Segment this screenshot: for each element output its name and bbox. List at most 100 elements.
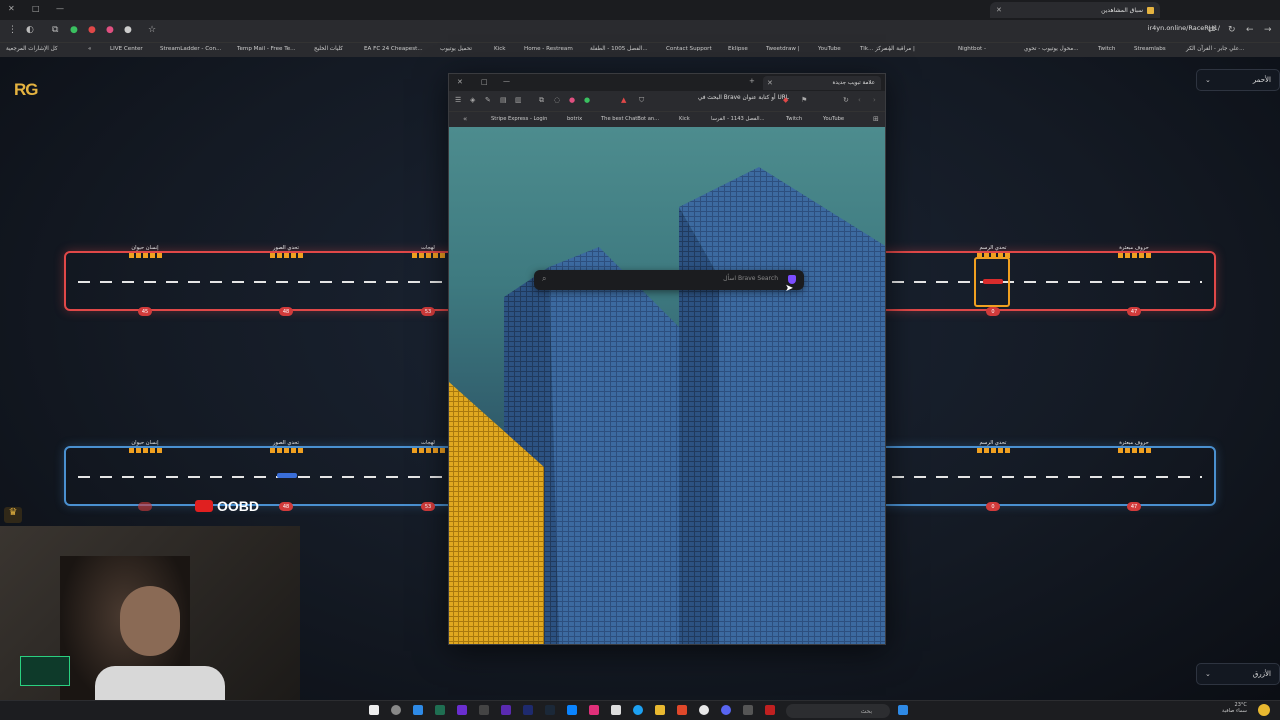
popup-bookmark-icon[interactable]: ⚑ — [801, 96, 807, 104]
taskbar-edge-icon[interactable] — [633, 705, 643, 715]
popup-forward-icon[interactable]: ‹ — [858, 96, 861, 104]
extension-pink-icon[interactable]: ● — [106, 25, 114, 35]
taskbar-app-icon[interactable] — [765, 705, 775, 715]
taskbar-app-icon[interactable] — [435, 705, 445, 715]
taskbar-premiere-icon[interactable] — [523, 705, 533, 715]
bookmark-item[interactable]: علي جابر - القرآن الكر... — [1186, 46, 1244, 52]
checkpoint-label: تحدي الصور — [273, 440, 299, 446]
team-select-blue[interactable]: ⌄ الأزرق — [1196, 663, 1280, 685]
youtube-icon — [195, 500, 213, 512]
window-minimize-icon[interactable]: — — [56, 4, 64, 13]
bookmark-item[interactable]: محول يوتيوب - تحوي... — [1024, 46, 1079, 52]
popup-grid-icon[interactable]: ⊞ — [873, 115, 879, 123]
bookmark-item[interactable]: StreamLadder - Con... — [160, 46, 221, 52]
back-icon[interactable]: → — [1264, 25, 1272, 35]
bookmarks-bar: كل الإشارات المرجعية « LIVE Center Strea… — [0, 42, 1280, 57]
bookmark-item[interactable]: Streamlabs — [1134, 46, 1166, 52]
popup-brave-rewards-icon[interactable]: ▲ — [621, 96, 626, 104]
share-icon[interactable]: ⧉ — [52, 25, 58, 35]
bookmark-item[interactable]: Contact Support — [666, 46, 712, 52]
bookmark-item[interactable]: LIVE Center — [110, 46, 143, 52]
popup-maximize-icon[interactable]: □ — [481, 78, 488, 86]
window-maximize-icon[interactable]: □ — [32, 4, 40, 13]
popup-sidebar-icon[interactable]: ▤ — [500, 96, 507, 104]
extension-green-icon[interactable]: ● — [70, 25, 78, 35]
taskbar-app-icon[interactable] — [479, 705, 489, 715]
bookmark-item[interactable]: Tweetdraw | — [766, 46, 800, 52]
bookmark-item[interactable]: تحميل يوتيوب — [440, 46, 472, 52]
popup-bookmark-item[interactable]: botrix — [567, 116, 582, 122]
taskbar-app-icon[interactable] — [589, 705, 599, 715]
bookmark-item[interactable]: الفصل 1005 - الطفلة... — [590, 46, 648, 52]
taskbar-steam-icon[interactable] — [545, 705, 555, 715]
bookmark-item[interactable]: EA FC 24 Cheapest... — [364, 46, 423, 52]
taskbar-explorer-icon[interactable] — [655, 705, 665, 715]
checkpoint: حروف مبعثرة — [1116, 245, 1152, 258]
popup-chat-icon[interactable]: ◌ — [554, 96, 560, 104]
popup-tab-close-icon[interactable]: ✕ — [767, 79, 773, 87]
popup-extension-pink-icon[interactable]: ● — [569, 96, 575, 104]
popup-menu-icon[interactable]: ☰ — [455, 96, 461, 104]
bookmark-item[interactable]: YouTube — [818, 46, 841, 52]
popup-minimize-icon[interactable]: — — [503, 77, 510, 85]
taskbar-settings-icon[interactable] — [391, 705, 401, 715]
popup-shield-icon[interactable]: ◈ — [470, 96, 475, 104]
popup-bookmark-item[interactable]: Stripe Express - Login — [491, 116, 547, 122]
popup-url-input[interactable]: البحث في Brave أو كتابة عنوان URL — [659, 95, 789, 108]
popup-tab-active[interactable]: ✕ علامة تبويب جديدة — [763, 76, 881, 90]
taskbar-search[interactable]: بحث — [786, 704, 890, 718]
popup-tabs-icon[interactable]: ▥ — [515, 96, 522, 104]
popup-close-icon[interactable]: ✕ — [457, 78, 463, 86]
popup-bookmark-item[interactable]: Kick — [679, 116, 690, 122]
menu-icon[interactable]: ⋮ — [8, 25, 17, 35]
bookmark-item[interactable]: Kick — [494, 46, 506, 52]
popup-brave-shield-icon[interactable]: ⛉ — [639, 96, 644, 105]
taskbar-app-icon[interactable] — [501, 705, 511, 715]
bookmark-star-icon[interactable]: ☆ — [148, 25, 156, 35]
popup-reload-icon[interactable]: ↻ — [843, 96, 849, 104]
bookmark-item[interactable]: Eklipse — [728, 46, 748, 52]
bookmark-item[interactable]: مراقبة البث | — [884, 46, 915, 52]
taskbar-app-icon[interactable] — [743, 705, 753, 715]
start-windows-icon[interactable] — [898, 705, 908, 715]
taskbar-app-icon[interactable] — [457, 705, 467, 715]
popup-bookmark-item[interactable]: YouTube — [823, 116, 844, 122]
popup-extension-green-icon[interactable]: ● — [584, 96, 590, 104]
reload-icon[interactable]: ↻ — [1228, 25, 1236, 35]
popup-bookmark-item[interactable]: Twitch — [786, 116, 802, 122]
forward-icon[interactable]: ← — [1246, 25, 1254, 35]
taskbar-chrome-icon[interactable] — [699, 705, 709, 715]
extension-gray-icon[interactable]: ● — [124, 25, 132, 35]
popup-bookmark-item[interactable]: الفصل 1143 - الفرسا... — [711, 116, 765, 122]
window-close-icon[interactable]: ✕ — [8, 4, 15, 13]
bookmark-item[interactable]: كليات الخليج — [314, 46, 343, 52]
bookmark-item[interactable]: Home - Restream — [524, 46, 573, 52]
team-select-red[interactable]: ⌄ الأحمر — [1196, 69, 1280, 91]
bookmark-item[interactable]: Twitch — [1098, 46, 1115, 52]
taskbar-app-icon[interactable] — [369, 705, 379, 715]
webcam-device — [20, 656, 70, 686]
bookmark-item[interactable]: Temp Mail - Free Te... — [237, 46, 296, 52]
popup-pen-icon[interactable]: ✎ — [485, 96, 491, 104]
extension-red-icon[interactable]: ● — [88, 25, 96, 35]
bookmark-all[interactable]: كل الإشارات المرجعية — [6, 46, 58, 52]
popup-new-tab-icon[interactable]: + — [749, 77, 755, 85]
translate-icon[interactable]: ⇄ — [1208, 25, 1216, 35]
bookmarks-overflow-icon[interactable]: « — [88, 46, 91, 52]
brave-search-box[interactable]: ⌕ اسأل Brave Search — [534, 270, 804, 290]
taskbar-calendar-icon[interactable] — [611, 705, 621, 715]
taskbar-app-icon[interactable] — [567, 705, 577, 715]
browser-tab-active[interactable]: ✕ سباق المشاهدين — [990, 2, 1160, 18]
taskbar-app-icon[interactable] — [413, 705, 423, 715]
weather-widget[interactable]: 23°C سماء صافية — [1222, 702, 1247, 714]
popup-bookmark-item[interactable]: The best ChatBot an... — [601, 116, 659, 122]
taskbar-discord-icon[interactable] — [721, 705, 731, 715]
popup-extensions-icon[interactable]: ⧉ — [539, 96, 544, 105]
popup-bookmarks-overflow-icon[interactable]: « — [463, 115, 467, 123]
tab-close-icon[interactable]: ✕ — [996, 6, 1002, 14]
taskbar-brave-icon[interactable] — [677, 705, 687, 715]
popup-back-icon[interactable]: › — [873, 96, 876, 104]
bookmark-item[interactable]: Nightbot - — [958, 46, 986, 52]
score-badge: 0 — [986, 502, 1000, 511]
extensions-icon[interactable]: ◐ — [26, 25, 34, 35]
